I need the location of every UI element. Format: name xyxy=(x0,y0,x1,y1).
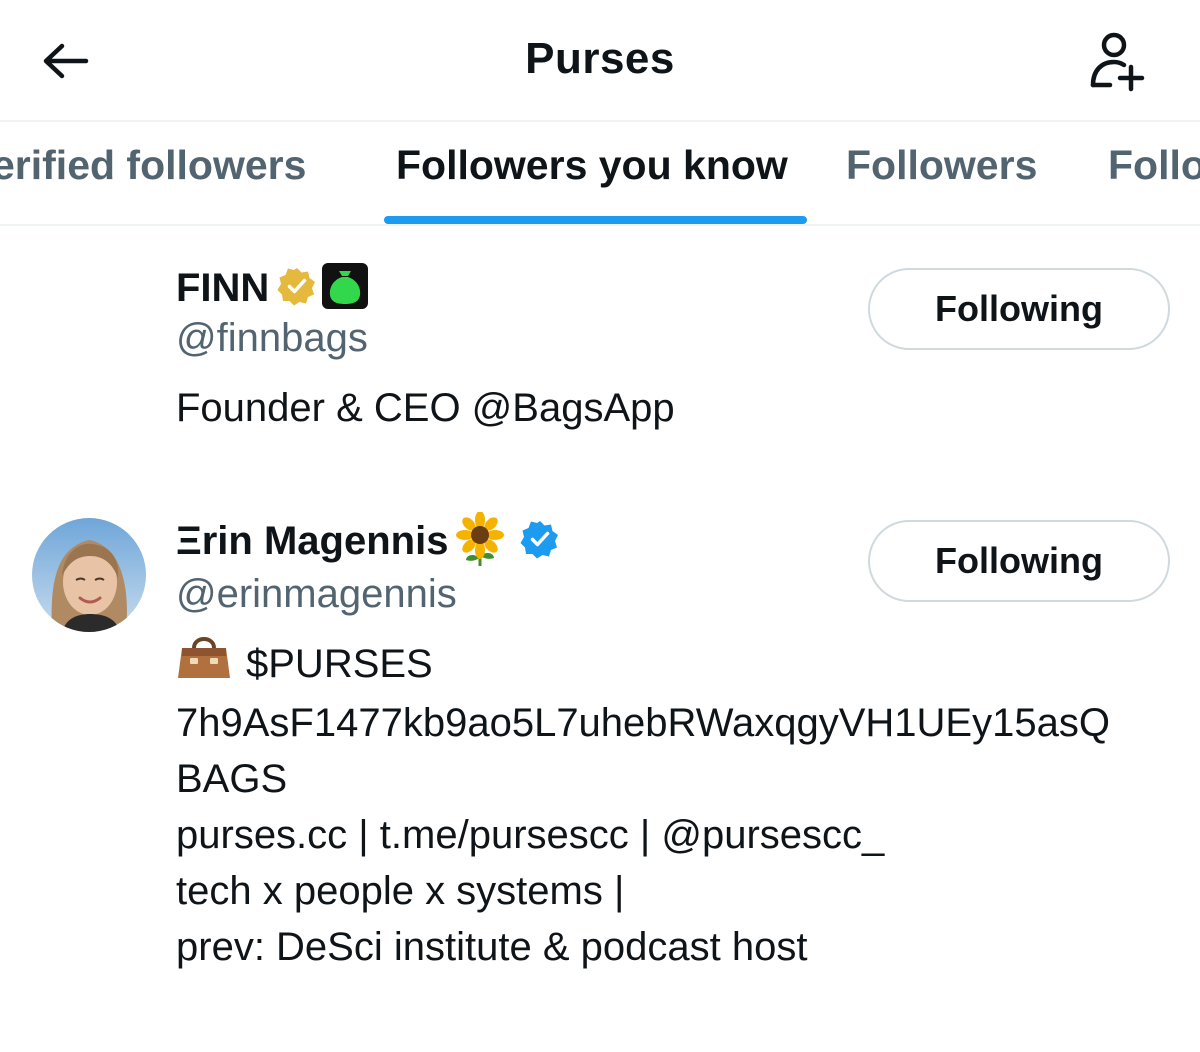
bio-line: tech x people x systems | xyxy=(176,869,625,913)
bag-affiliate-icon xyxy=(321,262,369,315)
list-item[interactable]: Ξrin Magennis @erinmagennis $PURSES 7h9A… xyxy=(0,476,1200,1052)
top-bar: Purses xyxy=(0,0,1200,120)
add-user-button[interactable] xyxy=(1084,30,1148,94)
bio-text: $PURSES xyxy=(246,641,433,686)
tab-followers-you-know[interactable]: Followers you know xyxy=(396,142,788,189)
avatar[interactable] xyxy=(32,518,146,632)
bio-line: Founder & CEO @BagsApp xyxy=(176,386,675,430)
tab-followers[interactable]: Followers xyxy=(846,142,1037,189)
user-bio: Founder & CEO @BagsApp xyxy=(176,380,675,436)
tab-following[interactable]: Follo xyxy=(1108,142,1200,189)
user-display-name: Ξrin Magennis xyxy=(176,519,449,563)
tab-verified-followers[interactable]: erified followers xyxy=(0,142,306,189)
sunflower-icon xyxy=(456,511,505,571)
bio-line: $PURSES xyxy=(176,632,1110,695)
gold-verified-icon xyxy=(277,266,317,311)
user-display-name: FINN xyxy=(176,266,270,310)
handbag-icon xyxy=(176,632,232,695)
add-user-icon xyxy=(1090,32,1145,92)
bio-line: prev: DeSci institute & podcast host xyxy=(176,925,808,969)
bio-line: 7h9AsF1477kb9ao5L7uhebRWaxqgyVH1UEy15asQ xyxy=(176,701,1110,745)
user-name-row: Ξrin Magennis xyxy=(176,511,560,571)
user-handle: @erinmagennis xyxy=(176,572,457,616)
tab-bar: erified followers Followers you know Fol… xyxy=(0,122,1200,225)
active-tab-indicator xyxy=(384,216,807,224)
user-handle: @finnbags xyxy=(176,316,368,360)
user-name-row: FINN xyxy=(176,262,369,315)
user-bio: $PURSES 7h9AsF1477kb9ao5L7uhebRWaxqgyVH1… xyxy=(176,632,1110,975)
list-item[interactable]: FINN @finnbags Founder & CEO @BagsApp Fo… xyxy=(0,226,1200,476)
following-button[interactable]: Following xyxy=(868,520,1170,602)
bio-line: purses.cc | t.me/pursescc | @pursescc_ xyxy=(176,813,885,857)
bio-line: BAGS xyxy=(176,757,288,801)
following-button[interactable]: Following xyxy=(868,268,1170,350)
page-title: Purses xyxy=(525,34,675,83)
blue-verified-icon xyxy=(520,519,560,564)
